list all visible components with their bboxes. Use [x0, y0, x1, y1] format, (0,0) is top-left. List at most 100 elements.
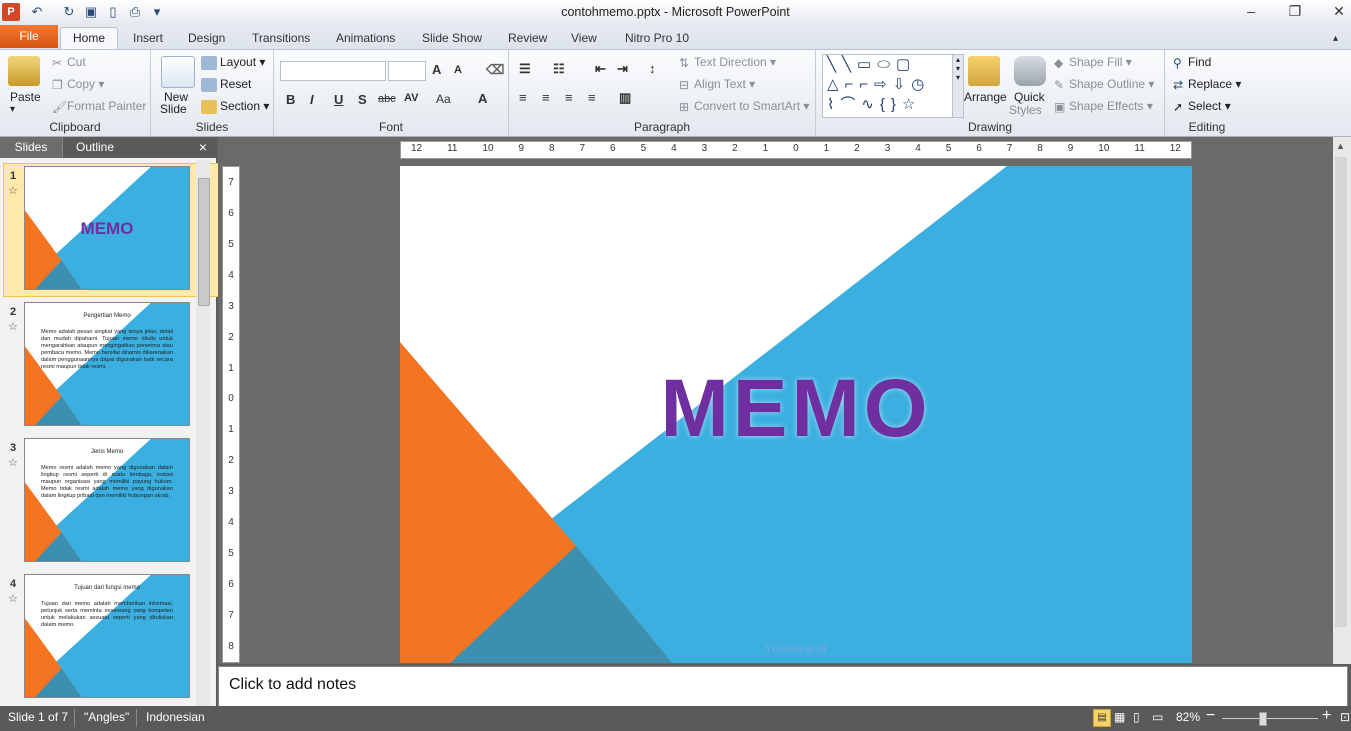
quick-styles-label-2[interactable]: Styles	[1009, 103, 1042, 117]
increase-indent-icon[interactable]: ⇥	[617, 61, 628, 77]
tab-slide-show[interactable]: Slide Show	[420, 28, 484, 49]
shrink-font-button[interactable]: A	[454, 64, 462, 76]
vertical-ruler: 7 6 5 4 3 2 1 0 1 2 3 4 5 6 7 8	[222, 166, 240, 663]
slide-thumbnail-4[interactable]: 4 ☆ Tujuan dari fungsi memo Tujuan dari …	[4, 574, 190, 702]
zoom-out-button[interactable]: −	[1206, 707, 1215, 725]
window-title: contohmemo.pptx - Microsoft PowerPoint	[561, 5, 790, 19]
scroll-up-icon[interactable]: ▲	[1336, 141, 1345, 151]
zoom-slider-track[interactable]	[1222, 718, 1318, 719]
columns-icon[interactable]: ▥	[619, 90, 631, 106]
restore-button[interactable]: ❐	[1272, 0, 1318, 22]
shapes-scroll-icon[interactable]: ▴ ▾ ▾	[952, 54, 964, 118]
shapes-gallery[interactable]: ╲╲▭⬭▢ △⌐⌐⇨⇩◷ ⌇⌒∿{}☆	[822, 54, 958, 118]
align-left-icon[interactable]: ≡	[519, 90, 527, 105]
tab-outline[interactable]: Outline	[64, 137, 126, 158]
slide-thumbnail-2[interactable]: 2 ☆ Pengertian Memo Memo adalah pesan si…	[4, 302, 190, 430]
paste-button[interactable]: Paste	[10, 90, 41, 104]
character-spacing-button[interactable]: AV	[404, 92, 418, 104]
tab-home[interactable]: Home	[60, 27, 118, 50]
shape-outline-button[interactable]: ✎ Shape Outline ▾	[1054, 77, 1154, 92]
align-right-icon[interactable]: ≡	[565, 90, 573, 105]
shape-fill-button[interactable]: ◆ Shape Fill ▾	[1054, 55, 1132, 70]
new-slide-icon[interactable]	[161, 56, 195, 88]
main-scroll-track[interactable]	[1335, 157, 1347, 627]
tab-transitions[interactable]: Transitions	[250, 28, 312, 49]
notes-pane[interactable]: Click to add notes	[218, 666, 1348, 708]
align-center-icon[interactable]: ≡	[542, 90, 550, 105]
tab-review[interactable]: Review	[506, 28, 549, 49]
zoom-level[interactable]: 82%	[1176, 710, 1200, 724]
layout-button[interactable]: Layout ▾	[201, 55, 265, 70]
language[interactable]: Indonesian	[146, 710, 205, 724]
quick-styles-label-1[interactable]: Quick	[1014, 90, 1045, 104]
slide-subtitle[interactable]: Yuliawanti	[680, 640, 910, 656]
decrease-indent-icon[interactable]: ⇤	[595, 61, 606, 77]
copy-button[interactable]: ❐ Copy ▾	[52, 77, 104, 92]
slide-thumbnail-1[interactable]: 1 ☆ MEMO	[4, 166, 190, 294]
zoom-in-button[interactable]: +	[1322, 707, 1331, 725]
thumbnail-graphic	[25, 575, 189, 697]
numbering-icon[interactable]: ☷	[553, 61, 565, 77]
v-ruler-tick: 5	[228, 548, 234, 560]
slideshow-view-icon[interactable]: ▭	[1152, 710, 1163, 724]
reading-view-icon[interactable]: ▯	[1133, 710, 1140, 724]
tab-view[interactable]: View	[569, 28, 599, 49]
smartart-button[interactable]: ⊞ Convert to SmartArt ▾	[679, 99, 809, 114]
clear-formatting-icon[interactable]: ⌫	[486, 62, 504, 78]
font-color-button[interactable]: A	[478, 91, 487, 106]
v-ruler-tick: 4	[228, 517, 234, 529]
arrange-icon[interactable]	[968, 56, 1000, 86]
notes-placeholder[interactable]: Click to add notes	[229, 676, 356, 694]
minimize-button[interactable]: –	[1228, 0, 1274, 22]
fit-to-window-icon[interactable]: ⊡	[1340, 710, 1350, 724]
slide-sorter-icon[interactable]: ▦	[1114, 710, 1125, 724]
font-size-combo[interactable]	[388, 61, 426, 81]
paste-icon[interactable]	[8, 56, 40, 86]
bold-button[interactable]: B	[286, 92, 295, 107]
close-button[interactable]: ✕	[1316, 0, 1351, 22]
quick-styles-icon[interactable]	[1014, 56, 1046, 86]
format-painter-button[interactable]: 🖌Format Painter	[52, 99, 146, 114]
new-slide-label-2[interactable]: Slide	[160, 102, 187, 116]
normal-view-icon[interactable]: ▤	[1093, 709, 1111, 727]
tab-insert[interactable]: Insert	[131, 28, 165, 49]
text-direction-button[interactable]: ⇅ Text Direction ▾	[679, 55, 776, 70]
line-spacing-icon[interactable]: ↕	[649, 61, 656, 76]
slide-canvas[interactable]: MEMO Yuliawanti	[400, 166, 1192, 663]
cut-button[interactable]: ✂ Cut	[52, 55, 86, 70]
italic-button[interactable]: I	[310, 92, 314, 107]
underline-button[interactable]: U	[334, 92, 343, 107]
justify-icon[interactable]: ≡	[588, 90, 596, 105]
theme-name[interactable]: "Angles"	[84, 710, 129, 724]
arrange-button[interactable]: Arrange	[964, 90, 1007, 104]
change-case-button[interactable]: Aa	[436, 92, 451, 106]
help-collapse-icon[interactable]: ▴	[1331, 28, 1340, 49]
shadow-button[interactable]: S	[358, 92, 367, 107]
strikethrough-button[interactable]: abc	[378, 93, 396, 105]
slide-thumbnail-3[interactable]: 3 ☆ Jenis Memo Memo resmi adalah memo ya…	[4, 438, 190, 566]
tab-nitro[interactable]: Nitro Pro 10	[623, 28, 691, 49]
slide-title[interactable]: MEMO	[400, 362, 1192, 456]
tab-file[interactable]: File	[0, 25, 58, 48]
close-pane-icon[interactable]: ×	[194, 137, 212, 158]
effects-icon: ▣	[1054, 99, 1066, 114]
pane-scrollbar[interactable]	[196, 160, 210, 706]
section-button[interactable]: Section ▾	[201, 99, 269, 114]
grow-font-button[interactable]: A	[432, 62, 441, 77]
select-button[interactable]: ➚ Select ▾	[1173, 99, 1231, 114]
font-family-combo[interactable]	[280, 61, 386, 81]
shape-effects-button[interactable]: ▣ Shape Effects ▾	[1054, 99, 1153, 114]
find-button[interactable]: ⚲ Find	[1173, 55, 1211, 70]
replace-button[interactable]: ⇄ Replace ▾	[1173, 77, 1241, 92]
pane-scroll-thumb[interactable]	[198, 178, 210, 306]
align-text-button[interactable]: ⊟ Align Text ▾	[679, 77, 755, 92]
zoom-slider-thumb[interactable]	[1259, 712, 1267, 726]
tab-animations[interactable]: Animations	[334, 28, 397, 49]
v-ruler-tick: 7	[228, 177, 234, 188]
tab-design[interactable]: Design	[186, 28, 227, 49]
reset-button[interactable]: Reset	[201, 77, 251, 92]
tab-slides[interactable]: Slides	[0, 137, 63, 158]
bullets-icon[interactable]: ☰	[519, 61, 531, 77]
paste-dropdown-icon[interactable]: ▾	[10, 104, 15, 115]
main-scrollbar[interactable]: ▲	[1333, 137, 1351, 664]
